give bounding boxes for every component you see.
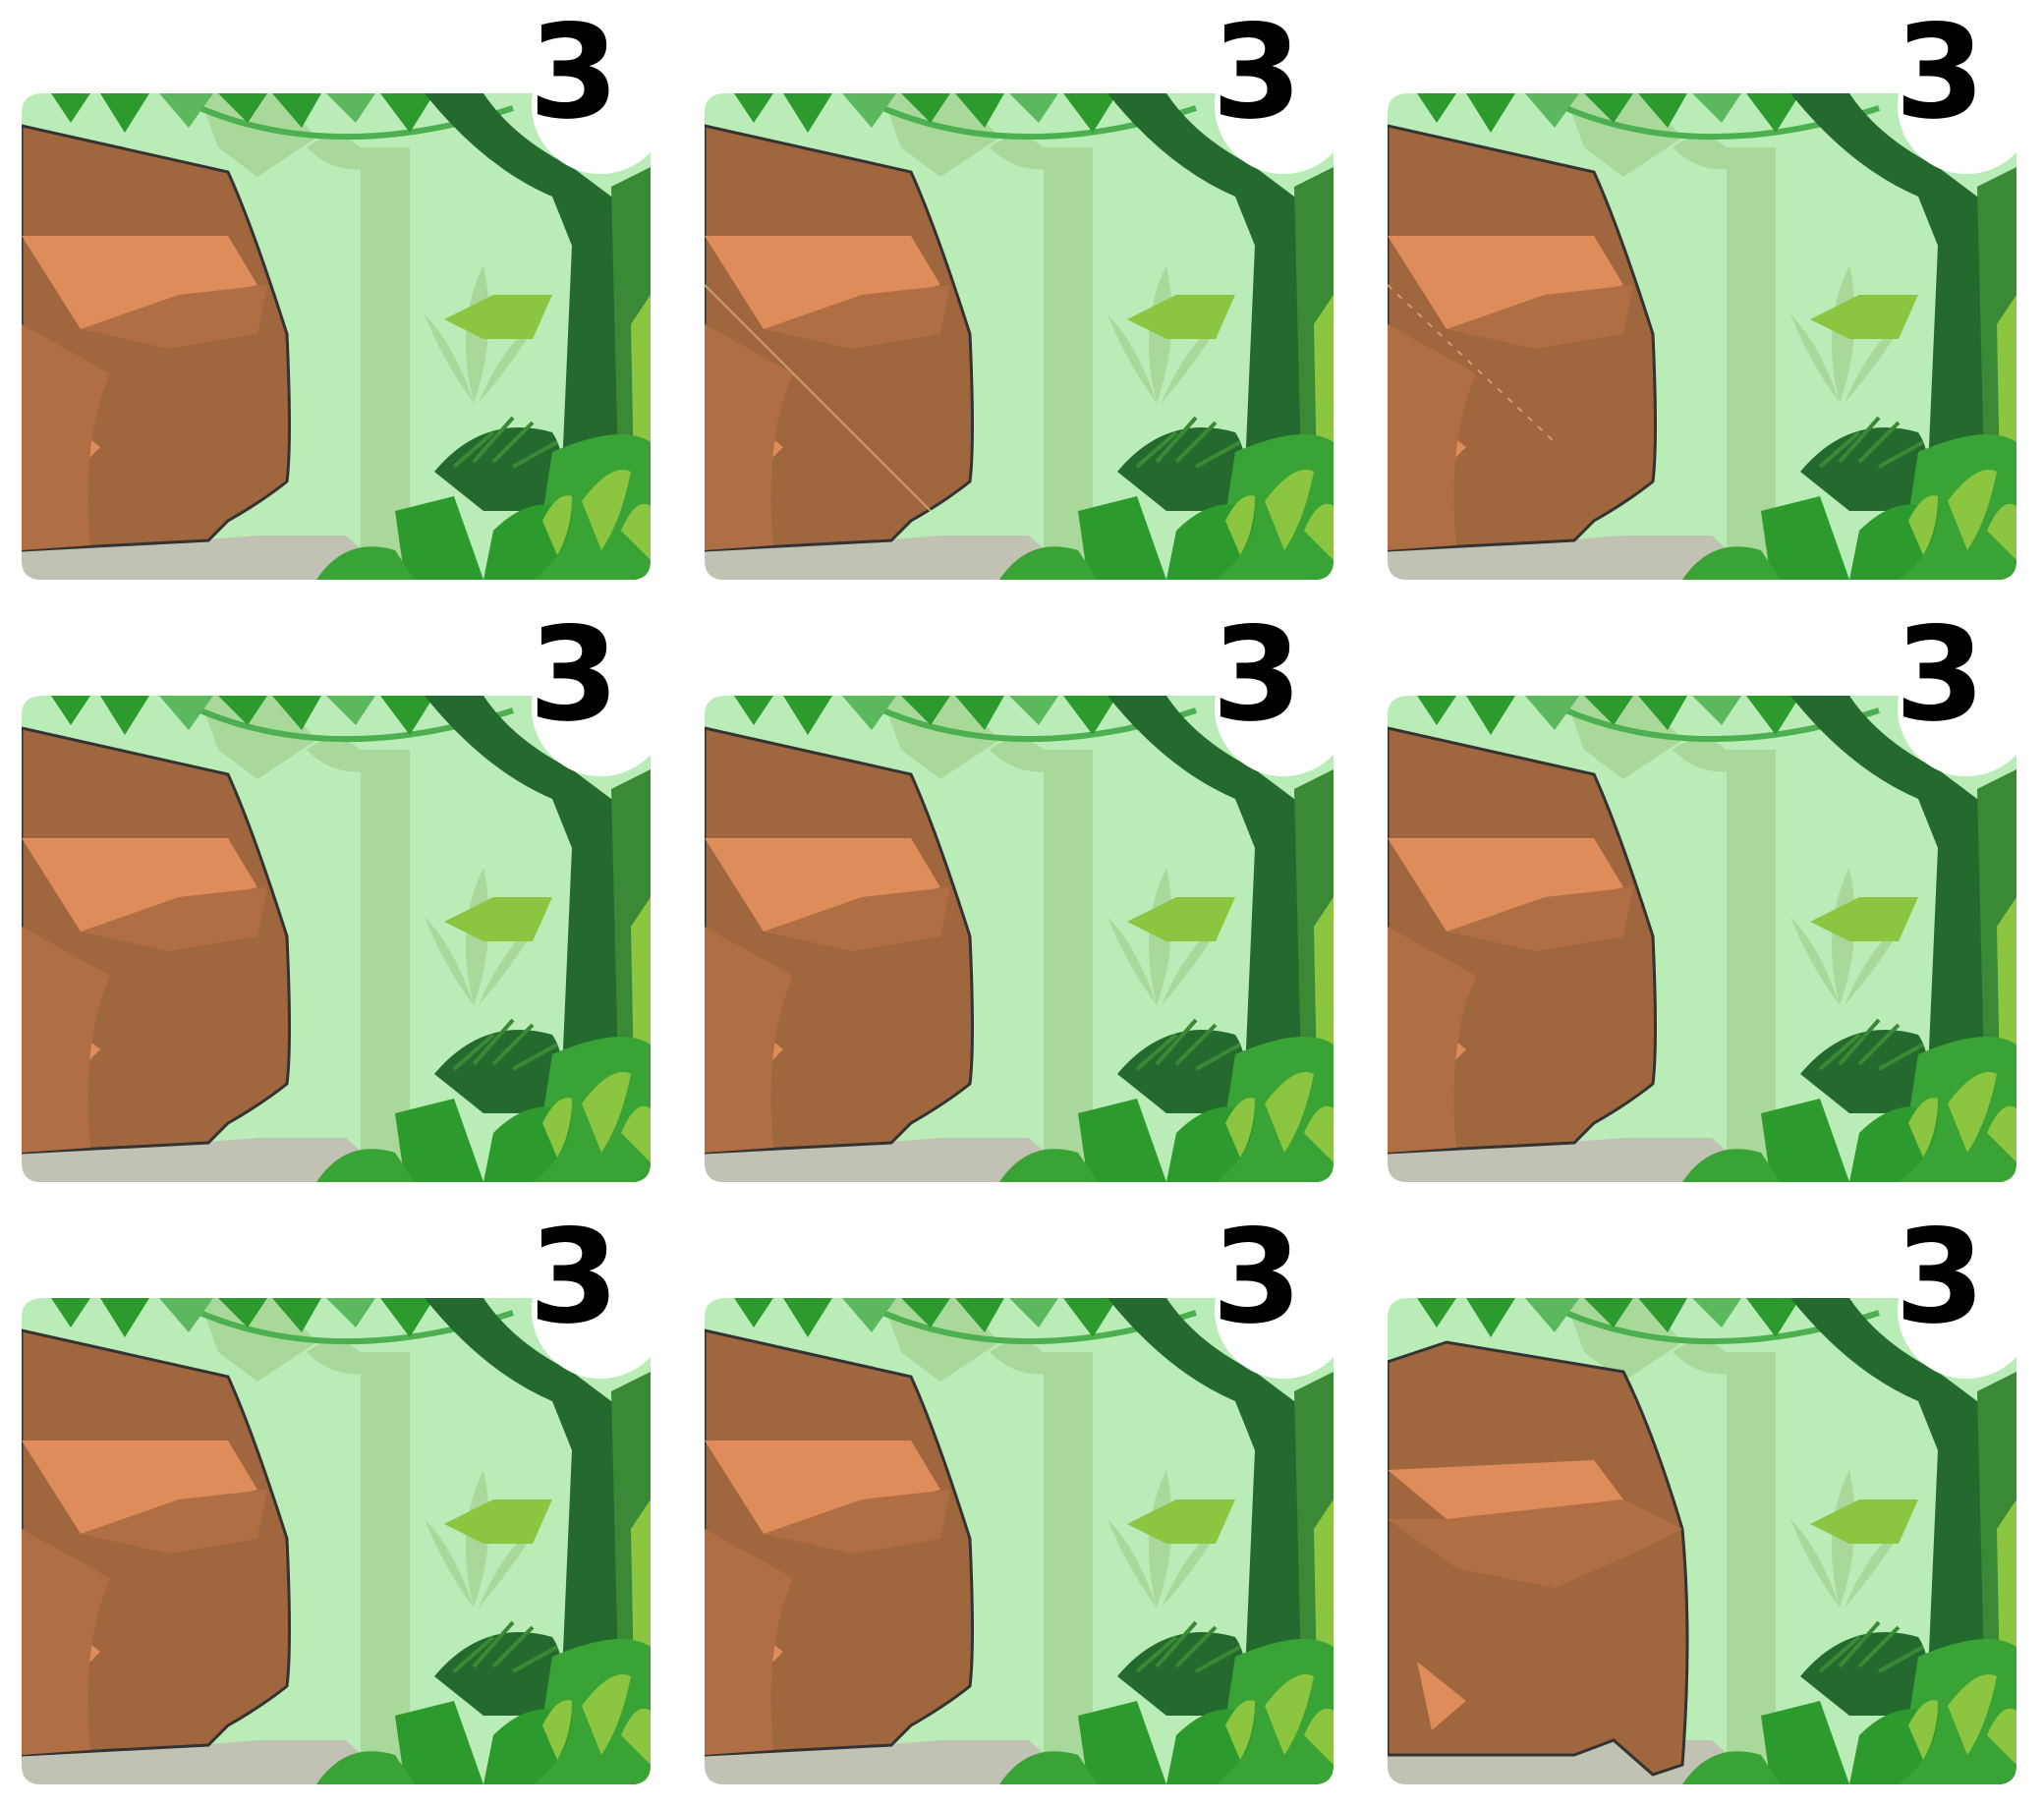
puzzle-card-7[interactable]: 3: [22, 1205, 651, 1784]
puzzle-card-8[interactable]: 3: [705, 1205, 1334, 1784]
puzzle-card-4[interactable]: 3: [22, 602, 651, 1182]
puzzle-card-6[interactable]: 3: [1388, 602, 2016, 1182]
card-number: 3: [529, 1202, 619, 1353]
card-number: 3: [1212, 1202, 1302, 1353]
card-number: 3: [1895, 599, 1985, 751]
card-number: 3: [1895, 0, 1985, 148]
card-number: 3: [529, 0, 619, 148]
card-number: 3: [1212, 599, 1302, 751]
puzzle-card-grid: 3 3 3 3 3 3 3 3 3: [0, 0, 2044, 1808]
puzzle-card-1[interactable]: 3: [22, 0, 651, 580]
puzzle-card-9[interactable]: 3: [1388, 1205, 2016, 1784]
card-number: 3: [1895, 1202, 1985, 1353]
puzzle-card-5[interactable]: 3: [705, 602, 1334, 1182]
card-number: 3: [529, 599, 619, 751]
puzzle-card-2[interactable]: 3: [705, 0, 1334, 580]
puzzle-card-3[interactable]: 3: [1388, 0, 2016, 580]
card-number: 3: [1212, 0, 1302, 148]
